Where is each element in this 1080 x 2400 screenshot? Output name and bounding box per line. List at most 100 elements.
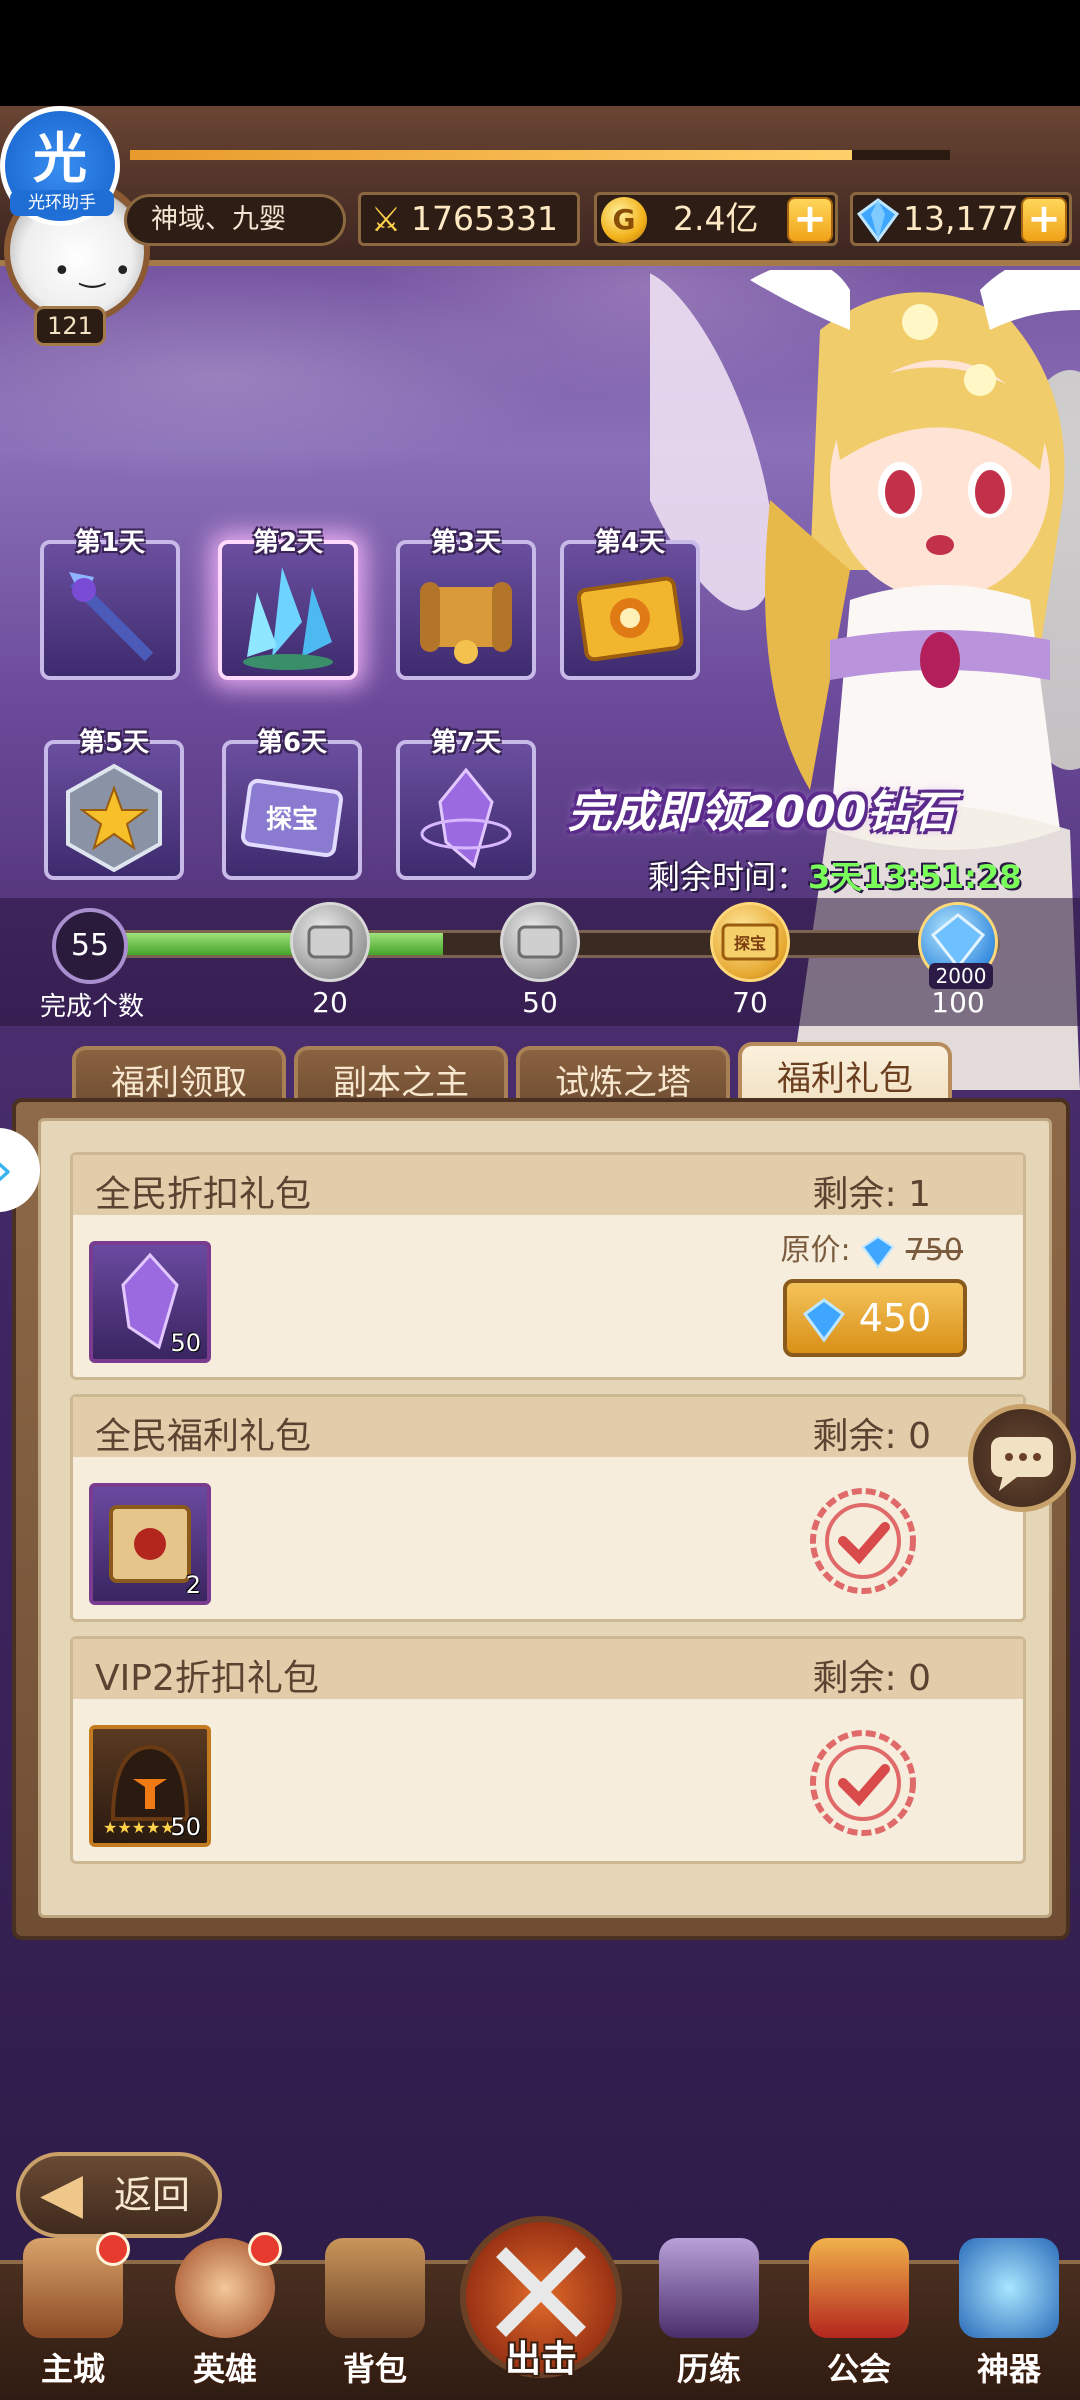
- pack-header: 全民福利礼包 剩余: 0: [73, 1397, 1023, 1457]
- pack-name: VIP2折扣礼包: [95, 1658, 319, 1699]
- nav-label: 历练: [676, 2350, 741, 2388]
- item-slot[interactable]: ★★★★★ 50: [89, 1725, 211, 1847]
- day-card-7[interactable]: 第7天: [396, 728, 536, 880]
- nav-guild[interactable]: 公会: [794, 2230, 924, 2400]
- crystal-cluster-icon: [243, 567, 333, 670]
- exp-bar: [130, 150, 950, 160]
- pack-card: 全民折扣礼包 剩余: 1 50 原价: 750 450: [70, 1152, 1026, 1380]
- remaining-time-value: 3天13:51:28: [808, 858, 1022, 896]
- item-count: 50: [170, 1329, 201, 1357]
- silver-scroll-icon: [517, 925, 563, 959]
- nav-label: 公会: [826, 2350, 891, 2388]
- milestone-chest-20[interactable]: [290, 902, 370, 982]
- nav-main-city[interactable]: 主城: [8, 2230, 138, 2400]
- milestone-label: 50: [522, 986, 558, 1019]
- add-gold-button[interactable]: +: [787, 197, 833, 243]
- diamond-icon: [861, 1235, 895, 1269]
- treasure-card-icon: 探宝: [241, 778, 343, 858]
- pack-name: 全民折扣礼包: [95, 1174, 312, 1215]
- scepter-icon: [69, 572, 154, 662]
- helper-app-label: 光环助手: [10, 190, 114, 216]
- milestone-chest-70[interactable]: 探宝: [710, 902, 790, 982]
- nav-artifact[interactable]: 神器: [944, 2230, 1074, 2400]
- chat-button[interactable]: [968, 1404, 1076, 1512]
- day-label: 第7天: [430, 728, 502, 758]
- day-card-1[interactable]: 第1天: [40, 528, 180, 680]
- milestone-label: 70: [732, 986, 768, 1019]
- pack-stock: 剩余: 0: [812, 1658, 931, 1699]
- day-card-5[interactable]: 第5天: [44, 728, 184, 880]
- day-card-4[interactable]: 第4天: [560, 528, 700, 680]
- claimed-check-icon: [810, 1730, 916, 1836]
- pack-header: VIP2折扣礼包 剩余: 0: [73, 1639, 1023, 1699]
- backpack-icon: [325, 2238, 425, 2338]
- original-price: 原价: 750: [781, 1225, 963, 1270]
- pack-header: 全民折扣礼包 剩余: 1: [73, 1155, 1023, 1215]
- ticket-icon: [576, 576, 684, 662]
- gem-value: 13,177: [903, 199, 1019, 238]
- purple-crystal-icon: [420, 767, 512, 869]
- scroll-icon: [420, 582, 512, 664]
- nav-heroes[interactable]: 英雄: [160, 2230, 290, 2400]
- day-card-3[interactable]: 第3天: [396, 528, 536, 680]
- nav-label: 神器: [976, 2350, 1041, 2388]
- progress-fill: [89, 933, 444, 955]
- claimed-check-icon: [810, 1488, 916, 1594]
- level-badge: 121: [34, 306, 106, 346]
- original-price-label: 原价:: [780, 1233, 851, 1268]
- nav-label: 主城: [40, 2350, 105, 2388]
- item-count: 2: [185, 1571, 201, 1599]
- day-label: 第5天: [78, 728, 150, 758]
- pack-card: VIP2折扣礼包 剩余: 0 ★★★★★ 50: [70, 1636, 1026, 1864]
- milestone-label: 20: [312, 986, 348, 1019]
- nav-label: 背包: [342, 2350, 407, 2388]
- milestone-chest-50[interactable]: [500, 902, 580, 982]
- combat-power: ⚔ 1765331: [358, 192, 580, 246]
- milestone-label: 100: [931, 986, 985, 1019]
- buy-price: 450: [858, 1296, 932, 1340]
- treasure-ticket-icon: 探宝: [721, 923, 779, 961]
- star-medal-icon: [66, 763, 162, 873]
- pack-card: 全民福利礼包 剩余: 0 2: [70, 1394, 1026, 1622]
- day-card-2[interactable]: 第2天: [218, 528, 358, 680]
- nav-label: 英雄: [192, 2350, 257, 2388]
- nav-trials[interactable]: 历练: [644, 2230, 774, 2400]
- chat-bubble-icon: [991, 1437, 1053, 1491]
- treasure-ticket-text: 探宝: [734, 934, 766, 953]
- gold-value: 2.4亿: [673, 199, 759, 238]
- completed-count-caption: 完成个数: [40, 992, 145, 1022]
- day-label: 第2天: [252, 528, 324, 558]
- treasure-card-text: 探宝: [266, 804, 318, 835]
- remaining-time: 剩余时间：3天13:51:28: [648, 852, 1021, 898]
- back-button-label: 返回: [114, 2173, 191, 2217]
- status-bar: [0, 0, 1080, 106]
- completed-count: 55: [52, 908, 128, 984]
- day-card-6[interactable]: 第6天 探宝: [222, 728, 362, 880]
- attack-button[interactable]: 出击: [456, 2212, 626, 2400]
- diamond-icon: [802, 1298, 846, 1343]
- pack-name: 全民福利礼包: [95, 1416, 312, 1457]
- combat-power-value: 1765331: [411, 199, 558, 238]
- artifact-crystal-icon: [959, 2238, 1059, 2338]
- add-gems-button[interactable]: +: [1021, 197, 1067, 243]
- promo-banner-text: 完成即领2000钻石: [568, 787, 955, 838]
- original-price-value: 750: [905, 1233, 963, 1268]
- item-slot[interactable]: 50: [89, 1241, 211, 1363]
- remaining-time-label: 剩余时间：: [648, 858, 809, 896]
- item-slot[interactable]: 2: [89, 1483, 211, 1605]
- attack-label: 出击: [504, 2339, 577, 2380]
- svg-text:★★★★★: ★★★★★: [103, 1818, 175, 1837]
- avatar-face-icon: • ‿ •: [53, 254, 132, 289]
- day-label: 第4天: [594, 528, 666, 558]
- nav-bag[interactable]: 背包: [310, 2230, 440, 2400]
- day-label: 第3天: [430, 528, 502, 558]
- back-button[interactable]: ◀ 返回: [16, 2152, 222, 2238]
- trial-tower-icon: [659, 2238, 759, 2338]
- gem-counter: 13,177 +: [850, 192, 1072, 246]
- notification-dot: [248, 2232, 282, 2266]
- pack-stock: 剩余: 0: [812, 1416, 931, 1457]
- milestone-chest-100[interactable]: 2000: [918, 902, 998, 989]
- exp-bar-fill: [130, 150, 852, 160]
- buy-button[interactable]: 450: [783, 1279, 967, 1357]
- back-arrow-icon: ◀: [40, 2161, 84, 2226]
